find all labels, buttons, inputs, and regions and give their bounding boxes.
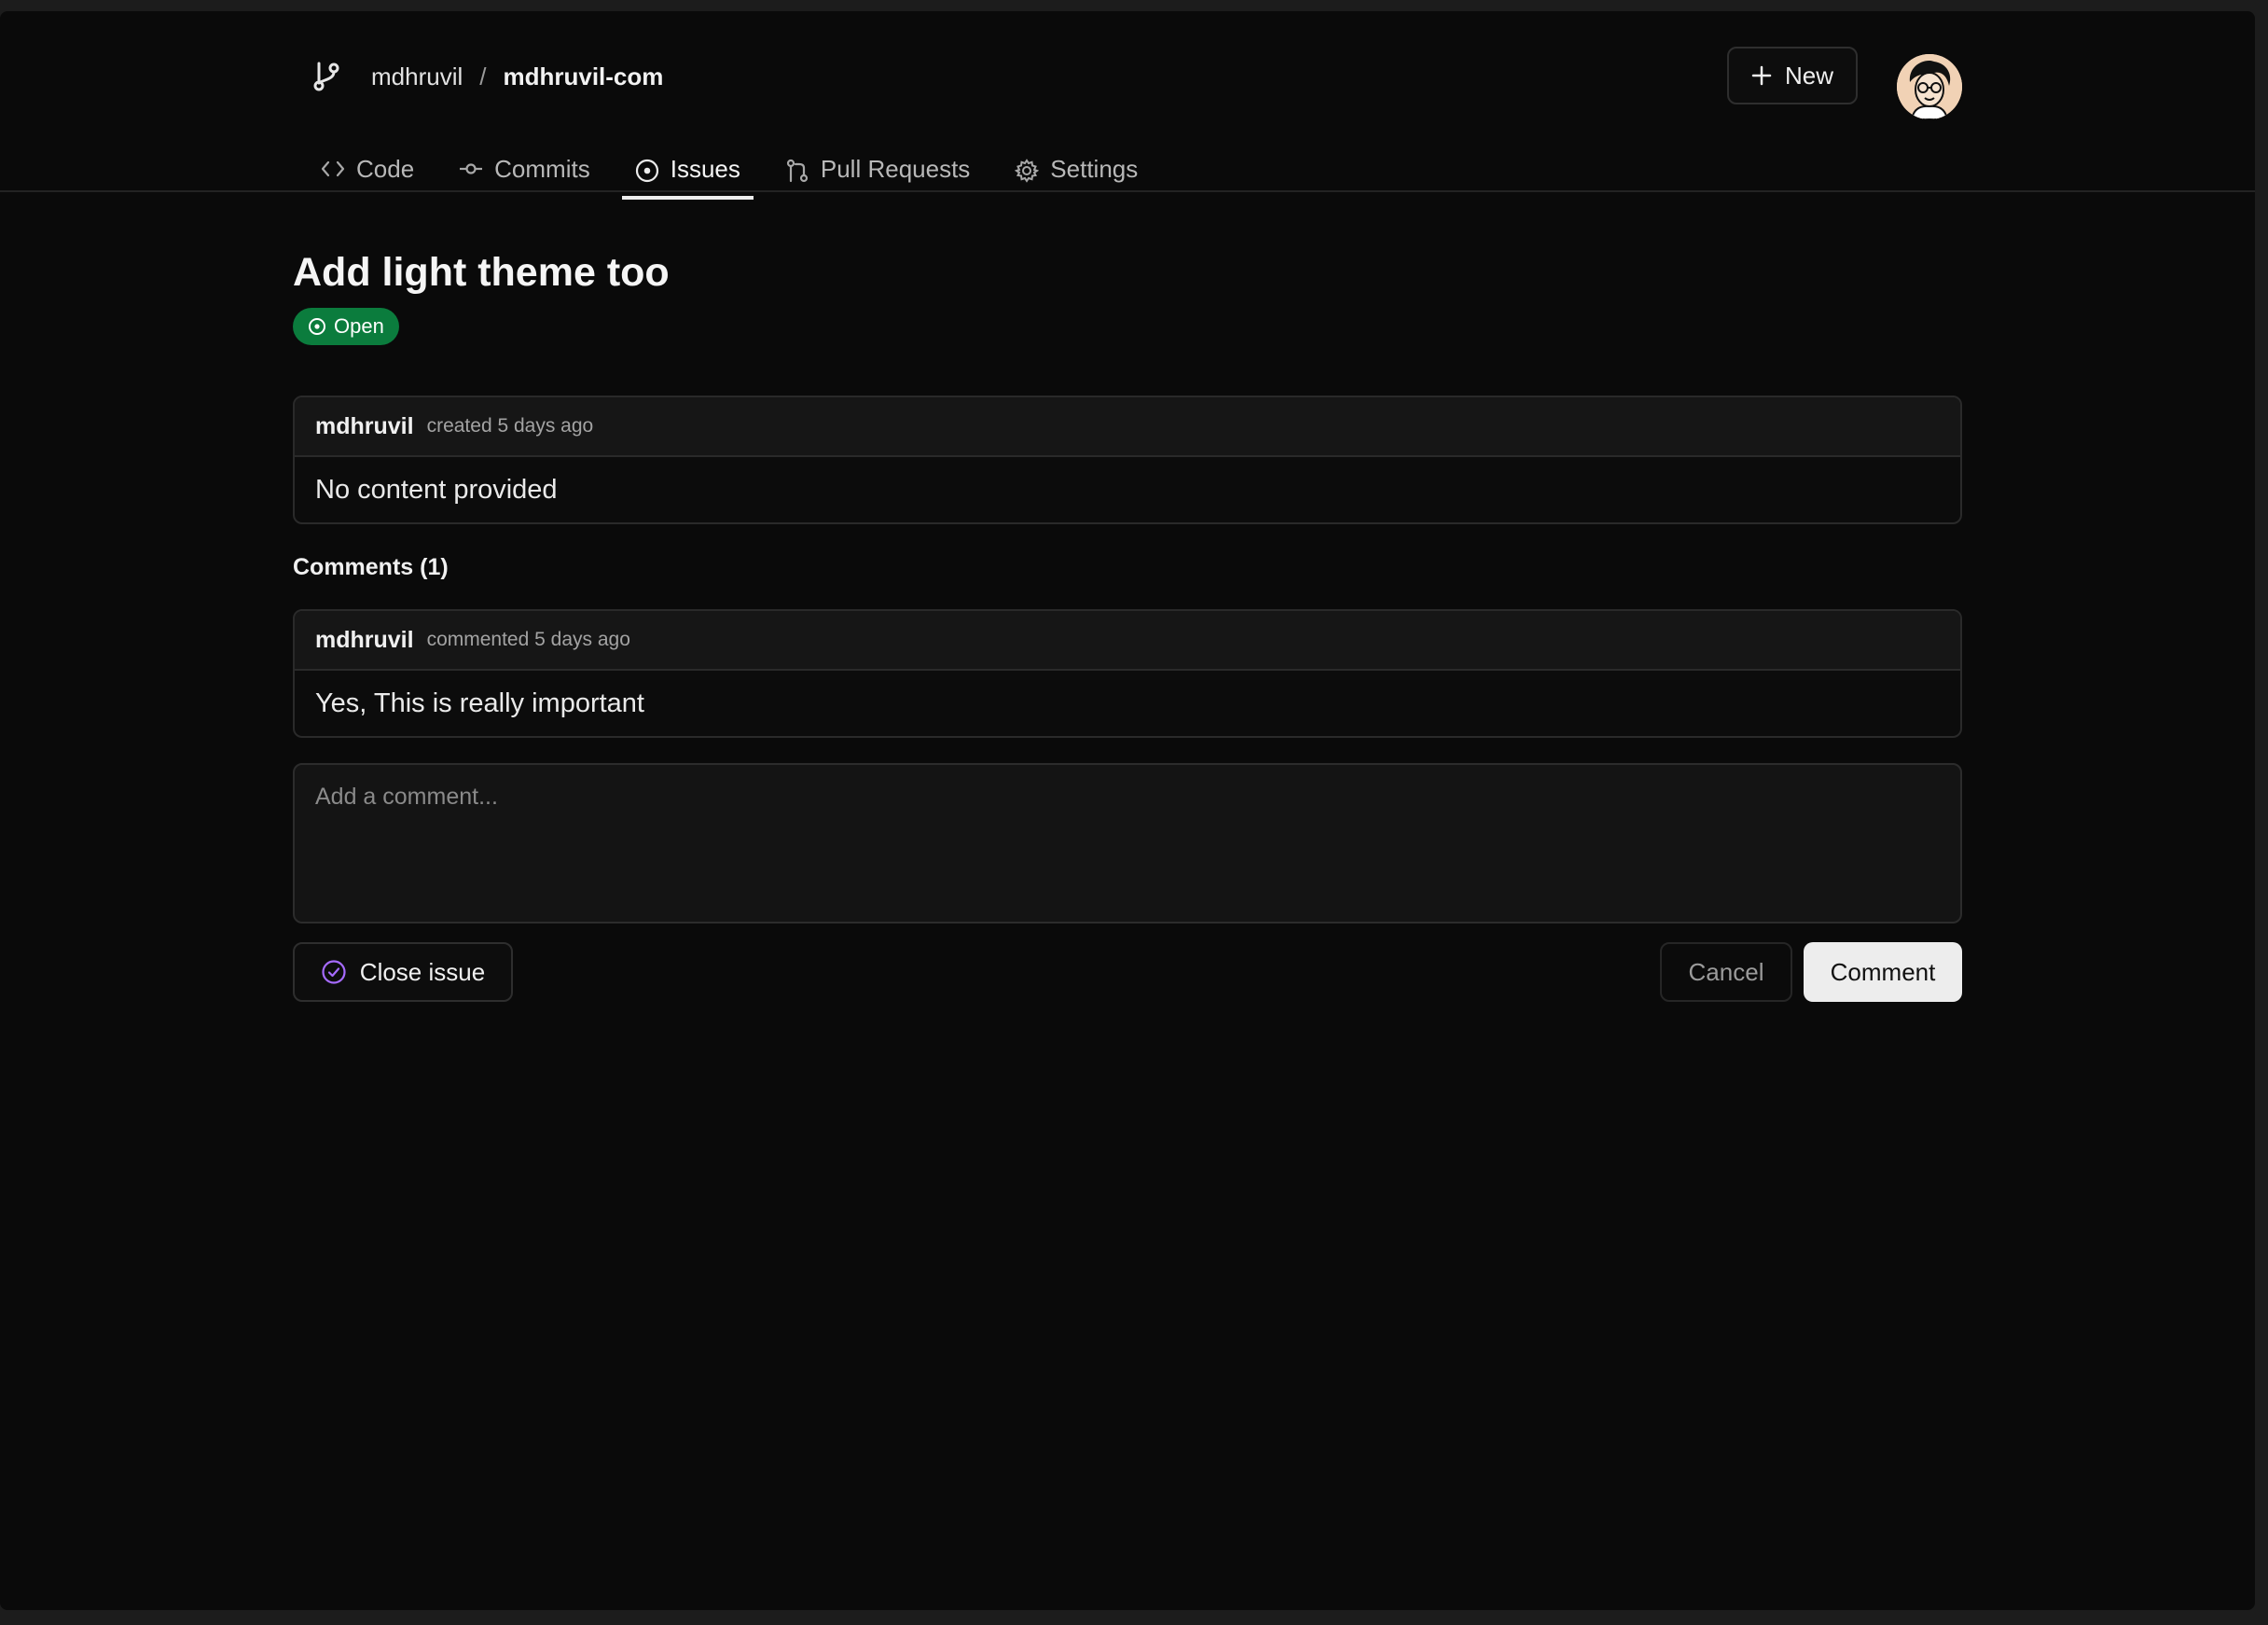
tab-commits-label: Commits bbox=[494, 155, 590, 183]
tab-issues-label: Issues bbox=[670, 155, 740, 183]
status-badge: Open bbox=[293, 308, 399, 345]
issue-description-card: mdhruvil created 5 days ago No content p… bbox=[293, 396, 1962, 524]
new-button[interactable]: New bbox=[1727, 47, 1858, 104]
breadcrumb-separator: / bbox=[479, 62, 487, 90]
issue-icon bbox=[635, 159, 658, 183]
status-badge-label: Open bbox=[334, 314, 384, 338]
issue-open-icon bbox=[309, 318, 325, 335]
gear-icon bbox=[1015, 159, 1040, 183]
comment-author[interactable]: mdhruvil bbox=[315, 627, 414, 654]
commit-icon bbox=[460, 163, 483, 174]
repo-owner-link[interactable]: mdhruvil bbox=[371, 62, 463, 91]
breadcrumb: mdhruvil / mdhruvil-com bbox=[311, 58, 663, 95]
pull-request-icon bbox=[786, 159, 808, 183]
tab-settings[interactable]: Settings bbox=[1002, 146, 1151, 200]
git-branch-icon bbox=[311, 60, 345, 93]
repo-header: mdhruvil / mdhruvil-com New Code Commits… bbox=[0, 11, 2255, 200]
issue-description-header: mdhruvil created 5 days ago bbox=[295, 397, 1960, 457]
issue-created-meta: created 5 days ago bbox=[426, 415, 594, 437]
new-button-label: New bbox=[1784, 61, 1833, 90]
comments-heading: Comments (1) bbox=[293, 554, 449, 580]
close-issue-label: Close issue bbox=[359, 957, 486, 986]
tab-pull-requests[interactable]: Pull Requests bbox=[772, 146, 983, 200]
comment-meta: commented 5 days ago bbox=[426, 629, 630, 650]
tab-code[interactable]: Code bbox=[308, 146, 427, 200]
app-window: mdhruvil / mdhruvil-com New Code Commits… bbox=[0, 11, 2255, 1610]
issue-author[interactable]: mdhruvil bbox=[315, 413, 414, 440]
comment-card: mdhruvil commented 5 days ago Yes, This … bbox=[293, 609, 1962, 738]
tab-issues[interactable]: Issues bbox=[621, 146, 754, 200]
repo-tabs: Code Commits Issues Pull Requests Settin… bbox=[308, 146, 1169, 200]
close-issue-button[interactable]: Close issue bbox=[293, 942, 513, 1002]
check-circle-icon bbox=[322, 960, 346, 984]
comment-body: Yes, This is really important bbox=[315, 688, 644, 718]
avatar[interactable] bbox=[1897, 54, 1962, 119]
code-icon bbox=[321, 160, 345, 177]
comment-textarea[interactable] bbox=[293, 763, 1962, 924]
comment-header: mdhruvil commented 5 days ago bbox=[295, 611, 1960, 671]
issue-title: Add light theme too bbox=[293, 250, 670, 295]
repo-name-link[interactable]: mdhruvil-com bbox=[503, 62, 663, 91]
tab-code-label: Code bbox=[356, 155, 415, 183]
tab-settings-label: Settings bbox=[1050, 155, 1139, 183]
tab-commits[interactable]: Commits bbox=[446, 146, 603, 200]
tab-pull-requests-label: Pull Requests bbox=[820, 155, 971, 183]
plus-icon bbox=[1751, 65, 1772, 86]
cancel-button[interactable]: Cancel bbox=[1660, 942, 1792, 1002]
comment-button[interactable]: Comment bbox=[1804, 942, 1962, 1002]
issue-description-body: No content provided bbox=[315, 474, 558, 505]
